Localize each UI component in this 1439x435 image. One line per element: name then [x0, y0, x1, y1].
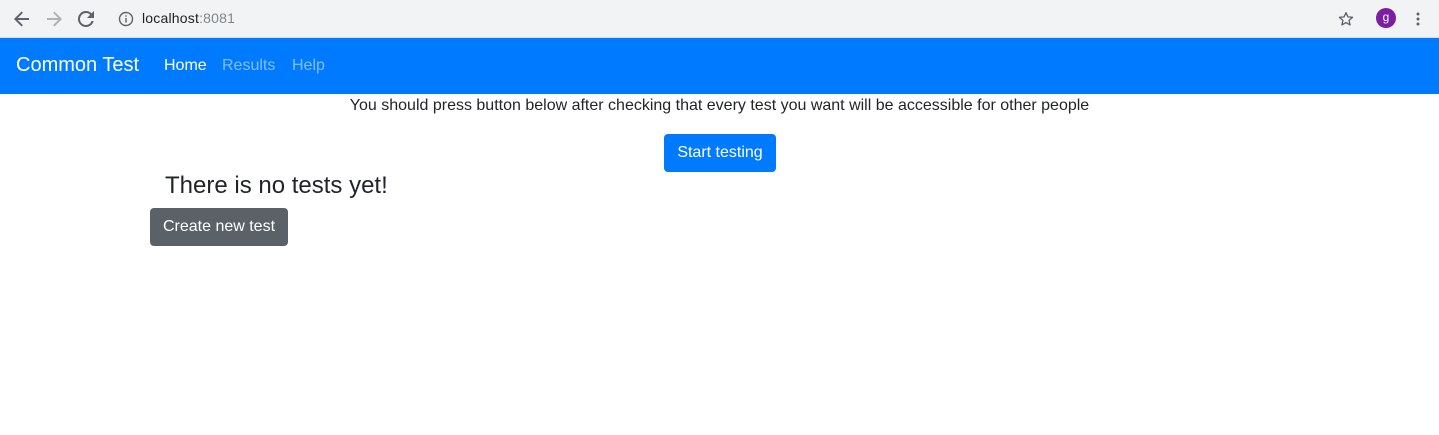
start-testing-notice: You should press button below after chec…	[349, 97, 1090, 114]
kebab-menu-icon	[1416, 12, 1420, 26]
back-arrow-icon	[14, 11, 29, 27]
create-test-button[interactable]: Create new test	[150, 208, 288, 246]
profile-avatar[interactable]: g	[1376, 8, 1396, 28]
start-testing-button[interactable]: Start testing	[664, 134, 776, 172]
empty-state-heading: There is no tests yet!	[165, 172, 388, 199]
top-navbar: Common Test Home Results Help	[0, 38, 1439, 94]
nav-link-home[interactable]: Home	[164, 57, 207, 75]
avatar-letter: g	[1382, 10, 1390, 24]
url-text: localhost:8081	[142, 10, 235, 26]
nav-link-results[interactable]: Results	[222, 57, 275, 75]
address-bar[interactable]: localhost:8081	[110, 5, 1370, 33]
url-port: :8081	[199, 10, 236, 26]
navbar-brand[interactable]: Common Test	[16, 54, 139, 77]
browser-menu-button[interactable]	[1406, 7, 1430, 31]
browser-toolbar: localhost:8081 g	[0, 0, 1439, 38]
info-icon[interactable]	[118, 11, 134, 27]
reload-button[interactable]	[74, 7, 98, 31]
reload-icon	[78, 11, 94, 27]
back-button[interactable]	[10, 7, 34, 31]
nav-link-help[interactable]: Help	[292, 57, 325, 75]
star-icon	[1338, 12, 1354, 26]
url-host: localhost	[142, 10, 200, 26]
bookmark-button[interactable]	[1334, 7, 1358, 31]
forward-arrow-icon	[47, 11, 62, 27]
forward-button[interactable]	[42, 7, 66, 31]
